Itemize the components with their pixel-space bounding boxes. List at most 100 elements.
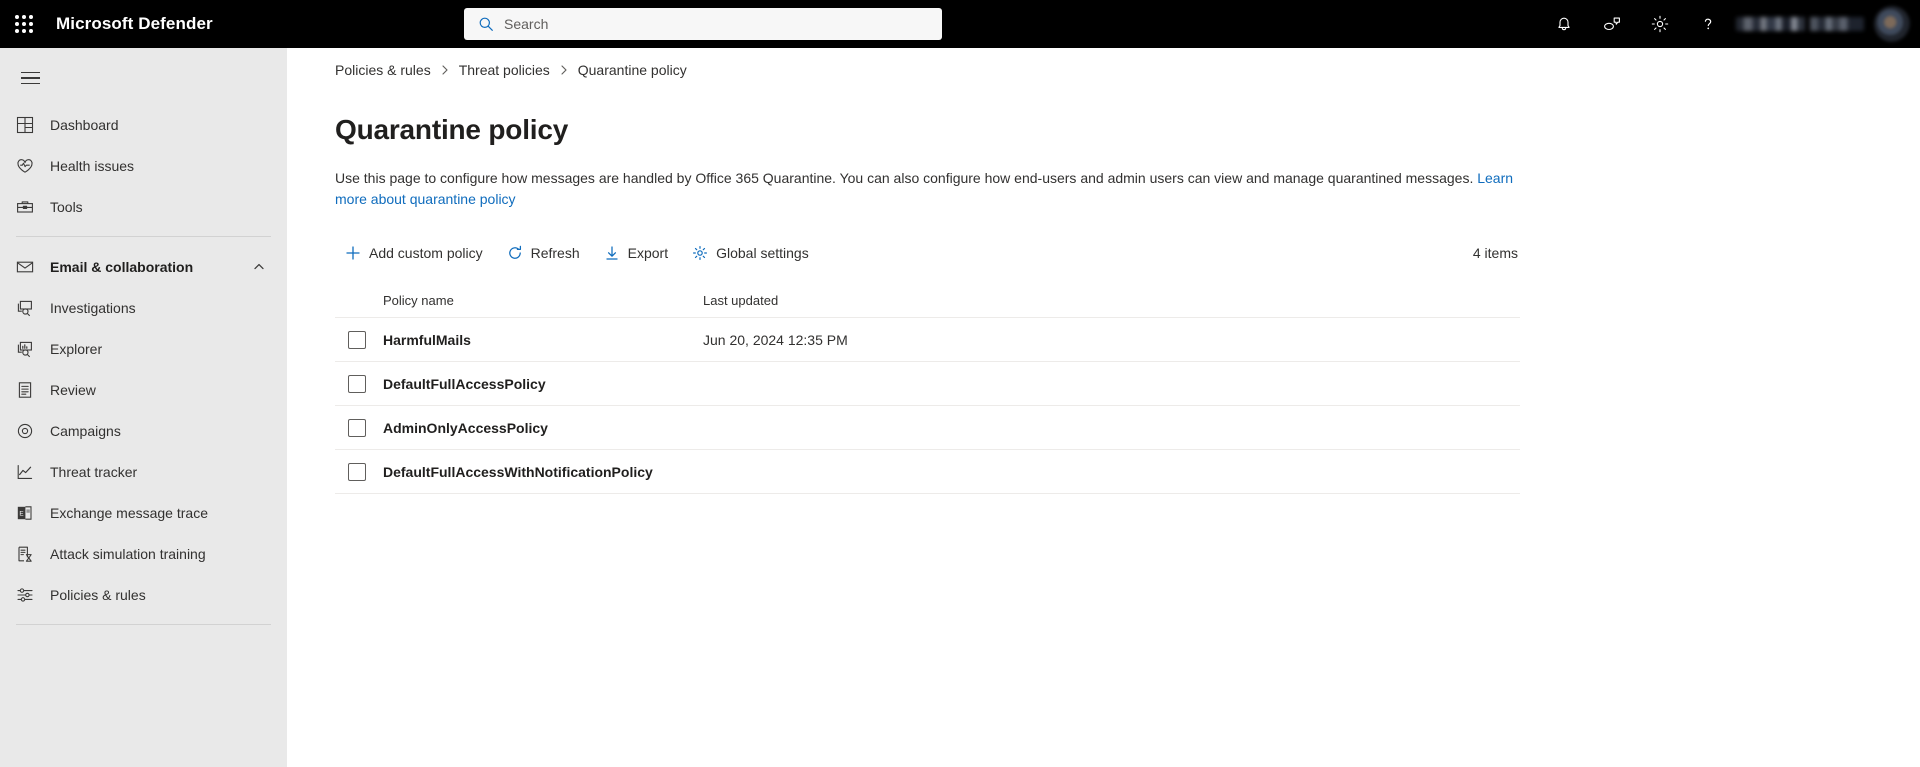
- campaigns-target-icon: [16, 422, 50, 440]
- settings-gear-icon[interactable]: [1636, 0, 1684, 48]
- sidebar-item-label: Tools: [50, 198, 83, 215]
- sidebar-item-label: Review: [50, 381, 96, 398]
- investigations-icon: [16, 299, 50, 317]
- sidebar-item-attack-simulation-training[interactable]: Attack simulation training: [0, 533, 287, 574]
- sidebar-item-label: Campaigns: [50, 422, 121, 439]
- cell-policy-name: AdminOnlyAccessPolicy: [383, 419, 548, 436]
- gear-icon: [692, 245, 708, 261]
- sidebar-item-label: Policies & rules: [50, 586, 146, 603]
- policies-rules-sliders-icon: [16, 586, 50, 604]
- export-label: Export: [627, 245, 669, 261]
- page-description-text: Use this page to configure how messages …: [335, 170, 1478, 186]
- brand-title: Microsoft Defender: [56, 14, 213, 33]
- sidebar-item-tools[interactable]: Tools: [0, 186, 287, 227]
- toolbox-icon: [16, 198, 50, 216]
- sidebar-item-label: Dashboard: [50, 116, 119, 133]
- sidebar-item-label: Attack simulation training: [50, 545, 206, 562]
- app-launcher-button[interactable]: [0, 0, 48, 48]
- sidebar-item-label: Exchange message trace: [50, 504, 208, 521]
- waffle-grid-icon: [15, 15, 33, 33]
- cell-policy-name: HarmfulMails: [383, 331, 471, 348]
- cell-policy-name: DefaultFullAccessPolicy: [383, 375, 546, 392]
- global-settings-label: Global settings: [716, 245, 809, 261]
- table-row[interactable]: HarmfulMails Jun 20, 2024 12:35 PM: [335, 318, 1520, 362]
- items-count: 4 items: [1472, 245, 1518, 261]
- add-custom-policy-label: Add custom policy: [369, 245, 483, 261]
- cell-policy-name: DefaultFullAccessWithNotificationPolicy: [383, 463, 653, 480]
- top-header-bar: Microsoft Defender: [0, 0, 1920, 48]
- breadcrumb-item-policies-rules[interactable]: Policies & rules: [335, 62, 431, 78]
- download-export-icon: [604, 245, 620, 261]
- search-box[interactable]: [464, 8, 942, 40]
- nav-divider-1: [16, 236, 271, 237]
- sidebar-item-investigations[interactable]: Investigations: [0, 287, 287, 328]
- review-list-icon: [16, 381, 50, 399]
- breadcrumb-item-quarantine-policy[interactable]: Quarantine policy: [578, 62, 687, 78]
- table-row[interactable]: DefaultFullAccessPolicy: [335, 362, 1520, 406]
- sidebar-item-explorer[interactable]: Explorer: [0, 328, 287, 369]
- chevron-up-icon[interactable]: [253, 261, 265, 273]
- row-checkbox-cell: [335, 462, 383, 481]
- breadcrumb-item-threat-policies[interactable]: Threat policies: [459, 62, 550, 78]
- sidebar-item-campaigns[interactable]: Campaigns: [0, 410, 287, 451]
- page-description: Use this page to configure how messages …: [335, 168, 1515, 210]
- cell-last-updated: Jun 20, 2024 12:35 PM: [703, 331, 848, 348]
- sidebar-item-label: Health issues: [50, 157, 135, 174]
- hamburger-menu-icon[interactable]: [6, 58, 54, 98]
- sidebar-item-policies-rules[interactable]: Policies & rules: [0, 574, 287, 615]
- threat-tracker-chart-icon: [16, 463, 50, 481]
- column-header-last-updated[interactable]: Last updated: [703, 293, 1520, 308]
- dashboard-icon: [16, 116, 50, 134]
- export-button[interactable]: Export: [594, 236, 678, 270]
- attack-simulation-icon: [16, 545, 50, 563]
- refresh-button[interactable]: Refresh: [497, 236, 590, 270]
- side-navigation: Dashboard Health issues Tools Email & co…: [0, 48, 287, 767]
- table-row[interactable]: AdminOnlyAccessPolicy: [335, 406, 1520, 450]
- help-question-icon[interactable]: [1684, 0, 1732, 48]
- sidebar-item-dashboard[interactable]: Dashboard: [0, 104, 287, 145]
- search-input[interactable]: [504, 16, 932, 32]
- sidebar-item-label: Email & collaboration: [50, 258, 194, 275]
- sidebar-item-label: Investigations: [50, 299, 136, 316]
- table-header-row: Policy name Last updated: [335, 284, 1520, 318]
- nav-group-general: Dashboard Health issues Tools Email & co…: [0, 104, 287, 625]
- search-icon: [478, 16, 494, 32]
- row-checkbox-cell: [335, 330, 383, 349]
- plus-icon: [345, 245, 361, 261]
- sidebar-item-review[interactable]: Review: [0, 369, 287, 410]
- page-title: Quarantine policy: [335, 114, 569, 145]
- nav-divider-2: [16, 624, 271, 625]
- exchange-icon: E: [16, 504, 50, 522]
- command-toolbar: Add custom policy Refresh Export Global …: [335, 232, 1520, 274]
- row-checkbox-cell: [335, 418, 383, 437]
- refresh-label: Refresh: [530, 245, 580, 261]
- sidebar-item-health-issues[interactable]: Health issues: [0, 145, 287, 186]
- column-header-policy-name[interactable]: Policy name: [383, 293, 703, 308]
- refresh-icon: [507, 245, 523, 261]
- chevron-right-icon: [440, 64, 450, 76]
- sidebar-item-label: Threat tracker: [50, 463, 138, 480]
- feedback-icon[interactable]: [1588, 0, 1636, 48]
- heart-pulse-icon: [16, 157, 50, 175]
- global-settings-button[interactable]: Global settings: [682, 236, 819, 270]
- sidebar-item-threat-tracker[interactable]: Threat tracker: [0, 451, 287, 492]
- notifications-bell-icon[interactable]: [1540, 0, 1588, 48]
- row-checkbox[interactable]: [348, 330, 366, 349]
- mail-icon: [16, 258, 50, 276]
- svg-text:E: E: [19, 510, 23, 517]
- row-checkbox[interactable]: [348, 374, 366, 393]
- sidebar-item-label: Explorer: [50, 340, 103, 357]
- row-checkbox[interactable]: [348, 418, 366, 437]
- main-content: Policies & rules Threat policies Quarant…: [287, 48, 1920, 767]
- chevron-right-icon: [559, 64, 569, 76]
- add-custom-policy-button[interactable]: Add custom policy: [335, 236, 493, 270]
- explorer-icon: [16, 340, 50, 358]
- sidebar-item-email-collaboration[interactable]: Email & collaboration: [0, 246, 287, 287]
- row-checkbox-cell: [335, 374, 383, 393]
- table-row[interactable]: DefaultFullAccessWithNotificationPolicy: [335, 450, 1520, 494]
- sidebar-item-exchange-message-trace[interactable]: E Exchange message trace: [0, 492, 287, 533]
- avatar[interactable]: [1874, 6, 1910, 42]
- policy-table: Policy name Last updated HarmfulMails Ju…: [335, 284, 1520, 494]
- row-checkbox[interactable]: [348, 462, 366, 481]
- breadcrumb: Policies & rules Threat policies Quarant…: [287, 48, 1920, 80]
